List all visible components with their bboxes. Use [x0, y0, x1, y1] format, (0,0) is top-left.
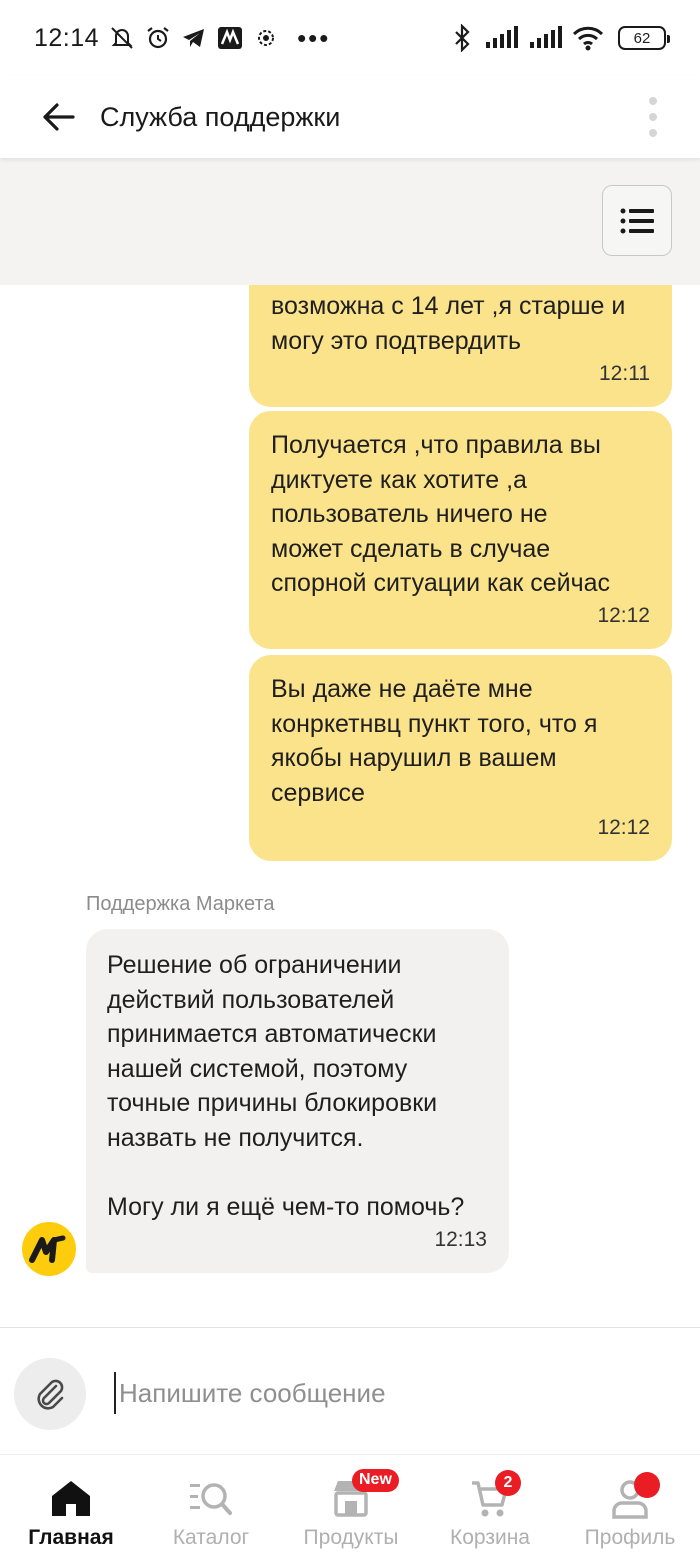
store-icon: New: [326, 1469, 399, 1523]
cart-count-badge: 2: [495, 1470, 521, 1496]
notification-dot: [634, 1472, 660, 1498]
incoming-message: Решение об ограничении действий пользова…: [86, 929, 509, 1273]
nav-label: Корзина: [450, 1526, 530, 1549]
more-notifications-icon: •••: [297, 23, 331, 53]
message-time: 12:11: [599, 361, 650, 385]
app-logo-icon: [218, 27, 243, 49]
page-title: Служба поддержки: [100, 101, 341, 132]
app-header: Служба поддержки: [0, 76, 700, 158]
more-menu-button[interactable]: [646, 94, 660, 140]
topics-list-button[interactable]: [602, 185, 672, 256]
dot-icon: [649, 97, 657, 105]
list-icon: [620, 208, 654, 233]
support-avatar: [22, 1222, 76, 1276]
new-badge: New: [352, 1469, 399, 1492]
home-icon: [46, 1473, 96, 1523]
arrow-left-icon: [43, 103, 75, 131]
message-input[interactable]: [114, 1372, 674, 1414]
wifi-icon: [572, 26, 604, 51]
nav-label: Каталог: [172, 1526, 250, 1549]
dot-icon: [649, 129, 657, 137]
message-composer: [0, 1327, 700, 1454]
message-time: 12:12: [597, 815, 650, 839]
nav-products[interactable]: New Продукты: [296, 1455, 406, 1556]
sender-name: Поддержка Маркета: [86, 893, 275, 915]
cart-icon: 2: [465, 1470, 521, 1523]
outgoing-message: Получается ,что правила вы диктуете как …: [249, 411, 672, 649]
nav-label: Главная: [28, 1526, 114, 1549]
notification-app-icon: [258, 30, 275, 46]
nav-label: Профиль: [584, 1526, 676, 1549]
telegram-icon: [183, 29, 205, 47]
message-text: Решение об ограничении действий пользова…: [107, 951, 465, 1221]
back-button[interactable]: [38, 97, 78, 137]
message-text: Вы даже не даёте мне конркетнвц пункт то…: [271, 675, 598, 807]
nav-label: Продукты: [303, 1526, 399, 1549]
message-text: Получается ,что правила вы диктуете как …: [271, 431, 611, 597]
dot-icon: [649, 113, 657, 121]
message-text: возможна с 14 лет ,я старше и могу это п…: [271, 292, 626, 355]
signal-icon: [486, 26, 518, 48]
outgoing-message: возможна с 14 лет ,я старше и могу это п…: [249, 285, 672, 407]
profile-icon: [605, 1472, 660, 1523]
attach-button[interactable]: [14, 1358, 86, 1430]
signal-icon-2: [530, 26, 562, 48]
nav-profile[interactable]: Профиль: [582, 1455, 678, 1556]
bluetooth-icon: [455, 24, 470, 52]
battery-indicator: 62: [618, 26, 670, 50]
market-logo-icon: [29, 1235, 66, 1263]
alarm-icon: [147, 27, 169, 49]
status-bar: 12:14 ••• 62: [0, 0, 700, 76]
nav-cart[interactable]: 2 Корзина: [444, 1455, 536, 1556]
chat-toolbar: [0, 158, 700, 285]
battery-level: 62: [633, 29, 651, 47]
catalog-search-icon: [186, 1473, 236, 1523]
muted-bell-icon: [111, 27, 133, 49]
bottom-navigation: Главная Каталог New Продукты 2 Корзина П…: [0, 1454, 700, 1556]
nav-home[interactable]: Главная: [28, 1455, 114, 1556]
status-left: 12:14 •••: [34, 24, 330, 53]
nav-catalog[interactable]: Каталог: [166, 1455, 256, 1556]
outgoing-message: Вы даже не даёте мне конркетнвц пункт то…: [249, 655, 672, 861]
message-time: 12:13: [434, 1227, 487, 1251]
message-time: 12:12: [597, 603, 650, 627]
status-right: 62: [450, 24, 670, 52]
status-time: 12:14: [34, 23, 100, 52]
paperclip-icon: [37, 1379, 64, 1410]
chat-messages[interactable]: возможна с 14 лет ,я старше и могу это п…: [0, 285, 700, 1327]
